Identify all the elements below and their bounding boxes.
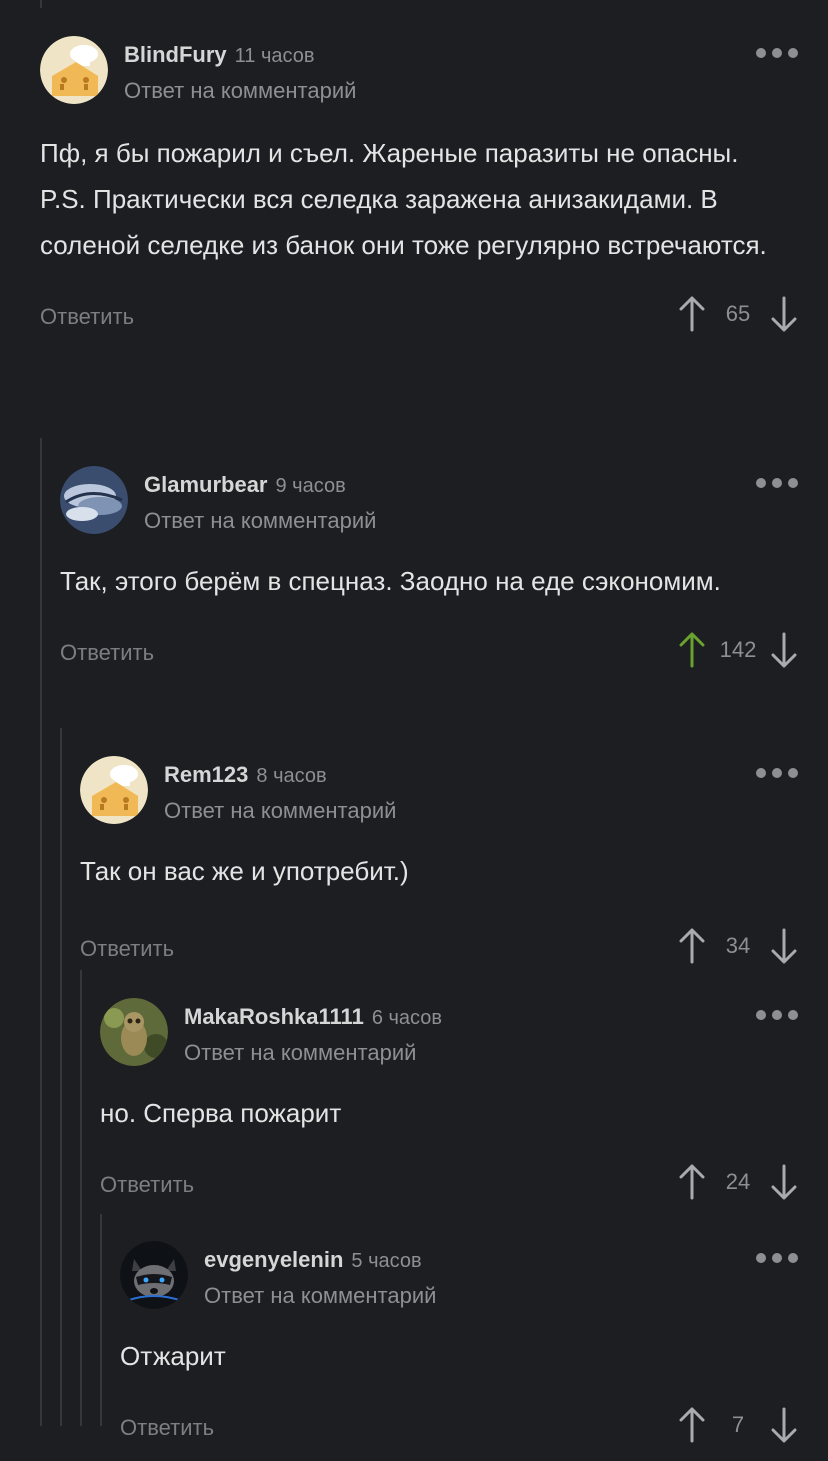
timestamp[interactable]: 9 часов	[276, 475, 346, 497]
comment-footer: Ответить 24	[100, 1160, 828, 1216]
comment-text: Отжарит	[120, 1341, 226, 1371]
vote-controls: 142	[676, 628, 800, 672]
ice-landscape-avatar[interactable]	[60, 466, 128, 534]
comment: MakaRoshka1111 6 часов Ответ на комментар…	[100, 998, 828, 1216]
comment: BlindFury 11 часов Ответ на комментарий П…	[40, 36, 828, 348]
vote-count: 24	[725, 1169, 751, 1194]
thread-line	[60, 728, 62, 1426]
vote-count: 7	[731, 1412, 745, 1437]
timestamp[interactable]: 11 часов	[235, 45, 315, 67]
username[interactable]: MakaRoshka1111	[184, 1004, 364, 1029]
vote-count: 142	[719, 637, 757, 662]
comment-text: но. Сперва пожарит	[100, 1098, 342, 1128]
reply-button[interactable]: Ответить	[80, 936, 174, 962]
downvote-arrow-icon[interactable]	[768, 926, 800, 966]
reply-button[interactable]: Ответить	[100, 1172, 194, 1198]
upvote-arrow-icon[interactable]	[676, 926, 708, 966]
username[interactable]: evgenyelenin	[204, 1247, 343, 1272]
comment-header: Glamurbear 9 часов Ответ на комментарий	[60, 466, 828, 544]
more-options-icon[interactable]	[756, 768, 798, 778]
timestamp[interactable]: 8 часов	[256, 765, 326, 787]
owl-avatar[interactable]	[100, 998, 168, 1066]
reply-to-link[interactable]: Ответ на комментарий	[164, 798, 396, 824]
thread-line	[40, 0, 42, 8]
reply-button[interactable]: Ответить	[40, 304, 134, 330]
raccoon-avatar[interactable]	[120, 1241, 188, 1309]
vote-controls: 24	[676, 1160, 800, 1204]
timestamp[interactable]: 5 часов	[351, 1250, 421, 1272]
more-options-icon[interactable]	[756, 1010, 798, 1020]
vote-controls: 34	[676, 924, 800, 968]
reply-to-link[interactable]: Ответ на комментарий	[184, 1040, 442, 1066]
default-avatar-icon[interactable]	[40, 36, 108, 104]
thread-line	[40, 438, 42, 1426]
comment: Rem123 8 часов Ответ на комментарий Так о…	[80, 756, 828, 980]
comment-footer: Ответить 34	[80, 924, 828, 980]
downvote-arrow-icon[interactable]	[768, 294, 800, 334]
username[interactable]: Rem123	[164, 762, 248, 787]
comment-header: MakaRoshka1111 6 часов Ответ на комментар…	[100, 998, 828, 1076]
more-options-icon[interactable]	[756, 478, 798, 488]
timestamp[interactable]: 6 часов	[372, 1007, 442, 1029]
reply-button[interactable]: Ответить	[120, 1415, 214, 1441]
comment-header: evgenyelenin 5 часов Ответ на комментарий	[120, 1241, 828, 1319]
more-options-icon[interactable]	[756, 48, 798, 58]
vote-controls: 65	[676, 292, 800, 336]
vote-controls: 7	[676, 1403, 800, 1447]
username[interactable]: BlindFury	[124, 42, 227, 67]
comment-text: Так, этого берём в спецназ. Заодно на ед…	[60, 566, 721, 596]
comment-footer: Ответить 7	[120, 1403, 828, 1459]
comment-text: Пф, я бы пожарил и съел. Жареные паразит…	[40, 138, 767, 260]
upvote-arrow-icon[interactable]	[676, 1162, 708, 1202]
comment-footer: Ответить 142	[60, 628, 828, 684]
username[interactable]: Glamurbear	[144, 472, 268, 497]
upvote-arrow-icon[interactable]	[676, 630, 708, 670]
upvote-arrow-icon[interactable]	[676, 294, 708, 334]
downvote-arrow-icon[interactable]	[768, 630, 800, 670]
reply-to-link[interactable]: Ответ на комментарий	[204, 1283, 436, 1309]
reply-button[interactable]: Ответить	[60, 640, 154, 666]
vote-count: 34	[725, 933, 751, 958]
more-options-icon[interactable]	[756, 1253, 798, 1263]
comment-header: BlindFury 11 часов Ответ на комментарий	[40, 36, 828, 114]
comment-thread: BlindFury 11 часов Ответ на комментарий П…	[0, 0, 828, 1461]
comment: Glamurbear 9 часов Ответ на комментарий Т…	[60, 466, 828, 684]
default-avatar-icon[interactable]	[80, 756, 148, 824]
upvote-arrow-icon[interactable]	[676, 1405, 708, 1445]
vote-count: 65	[725, 301, 751, 326]
thread-line	[80, 970, 82, 1426]
downvote-arrow-icon[interactable]	[768, 1405, 800, 1445]
comment-header: Rem123 8 часов Ответ на комментарий	[80, 756, 828, 834]
comment: evgenyelenin 5 часов Ответ на комментарий…	[120, 1241, 828, 1459]
comment-footer: Ответить 65	[40, 292, 828, 348]
reply-to-link[interactable]: Ответ на комментарий	[144, 508, 376, 534]
reply-to-link[interactable]: Ответ на комментарий	[124, 78, 356, 104]
comment-text: Так он вас же и употребит.)	[80, 856, 409, 886]
thread-line	[100, 1214, 102, 1426]
downvote-arrow-icon[interactable]	[768, 1162, 800, 1202]
